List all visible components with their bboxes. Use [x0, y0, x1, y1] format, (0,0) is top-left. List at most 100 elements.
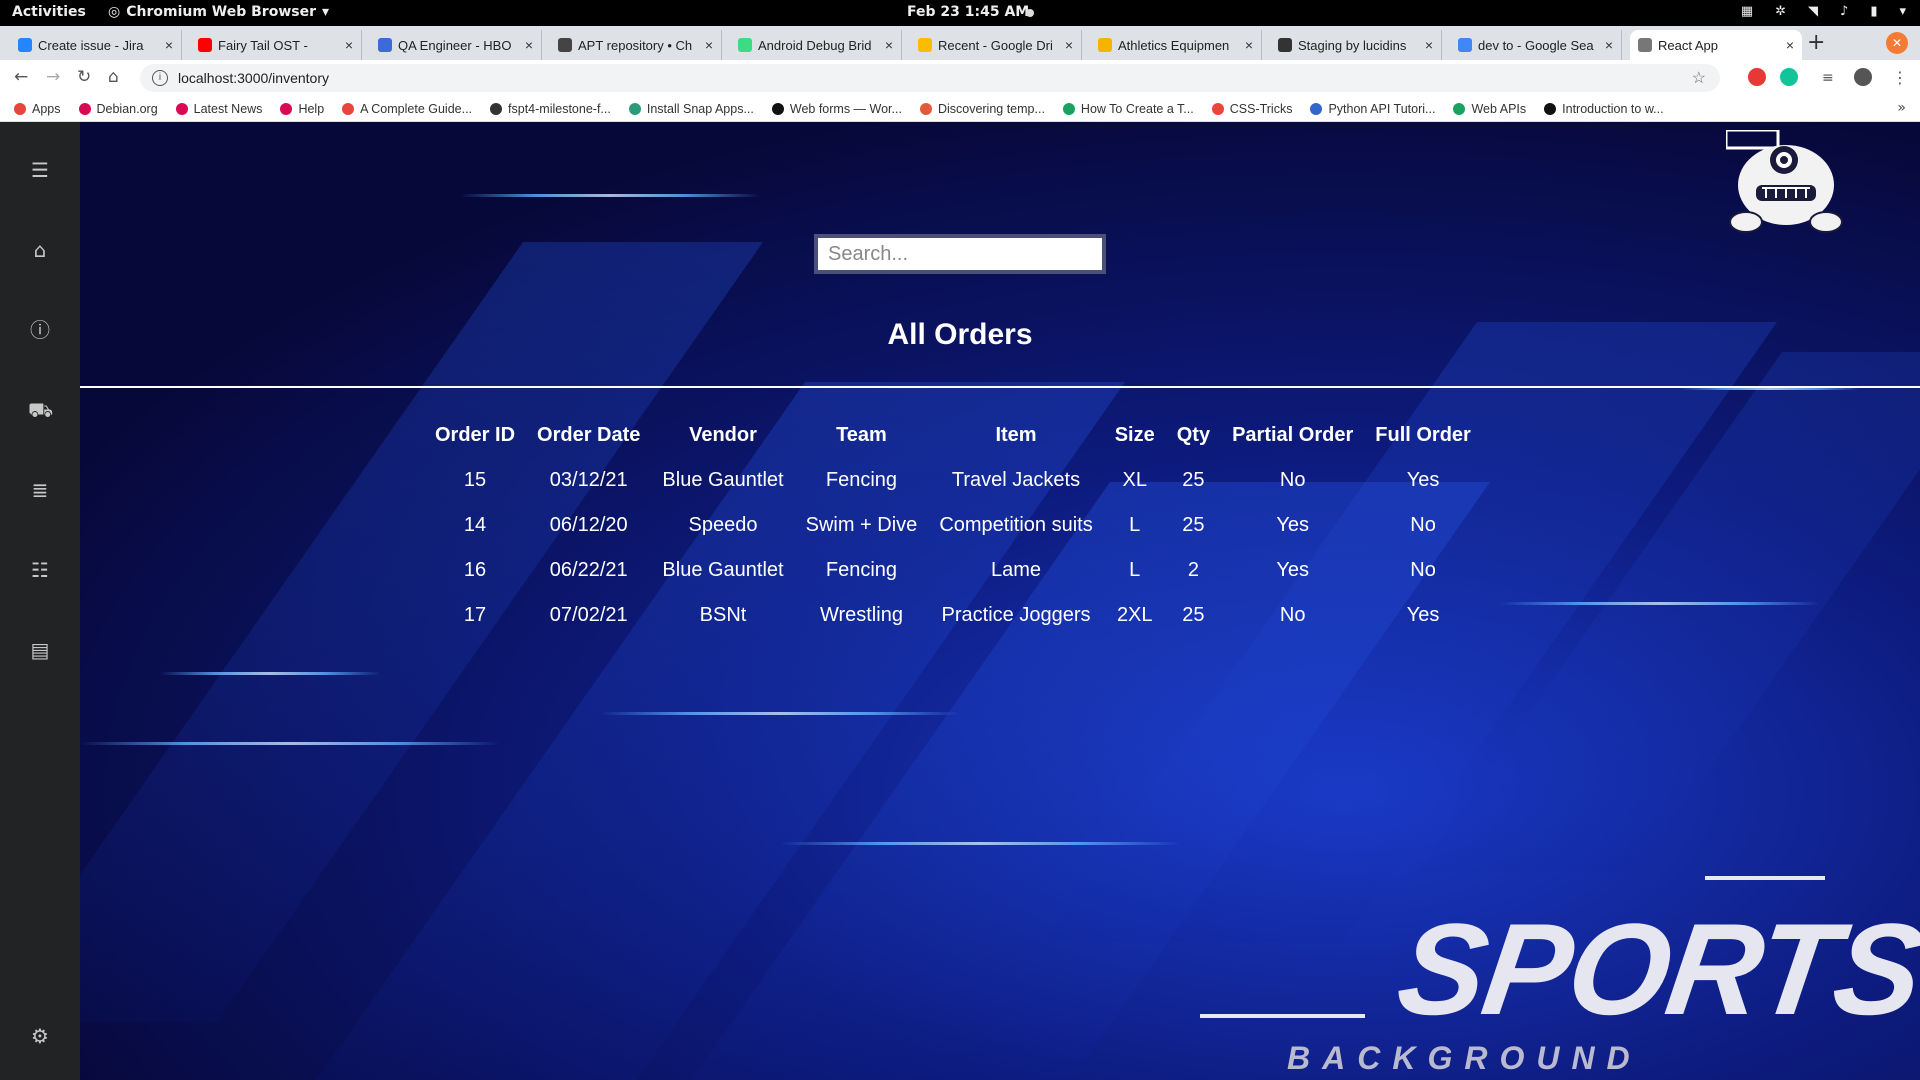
bookmarks-overflow-icon[interactable]: »	[1897, 100, 1906, 116]
table-cell: Fencing	[825, 559, 898, 581]
column-header: Vendor	[689, 423, 757, 446]
home-icon[interactable]: ⌂	[108, 67, 119, 87]
browser-toolbar: ← → ↻ ⌂ i localhost:3000/inventory ☆	[0, 60, 1920, 97]
sports-logo-subtitle: BACKGROUND	[1287, 1040, 1642, 1076]
browser-tab[interactable]: Fairy Tail OST - ×	[190, 30, 362, 60]
bookmark-item[interactable]: Help	[280, 102, 324, 116]
browser-tab[interactable]: Android Debug Brid ×	[730, 30, 902, 60]
chevron-down-icon: ▾	[322, 4, 330, 20]
app-menu[interactable]: ◎ Chromium Web Browser ▾	[108, 4, 329, 20]
bg-light-streak	[160, 672, 380, 675]
column-header: Full Order	[1375, 423, 1471, 446]
table-cell: 06/22/21	[549, 559, 628, 581]
close-tab-icon[interactable]: ×	[885, 37, 893, 53]
close-tab-icon[interactable]: ×	[1065, 37, 1073, 53]
bg-light-streak	[780, 842, 1180, 845]
tab-search-button[interactable]: ✕	[1886, 32, 1908, 54]
workspace-icon: ▦	[1740, 4, 1754, 19]
bookmark-item[interactable]: Web forms — Wor...	[771, 102, 902, 116]
table-cell: No	[1410, 559, 1436, 581]
browser-tab[interactable]: dev to - Google Sea ×	[1450, 30, 1622, 60]
tab-favicon-icon	[918, 38, 932, 52]
close-tab-icon[interactable]: ×	[525, 37, 533, 53]
close-tab-icon[interactable]: ×	[1245, 37, 1253, 53]
column-header: Item	[995, 423, 1037, 446]
clock[interactable]: Feb 23 1:45 AM	[907, 4, 1029, 20]
table-cell: Speedo	[688, 514, 758, 536]
forward-icon[interactable]: →	[46, 67, 60, 87]
table-cell: Yes	[1276, 559, 1309, 581]
reload-icon[interactable]: ↻	[77, 67, 91, 87]
close-tab-icon[interactable]: ×	[705, 37, 713, 53]
power-menu-icon: ▾	[1899, 4, 1906, 19]
address-bar[interactable]: i localhost:3000/inventory ☆	[140, 64, 1720, 92]
home-icon[interactable]: ⌂	[28, 238, 52, 262]
table-row[interactable]: 14 06/12/20 Speedo Swim + Dive Competition s…	[424, 503, 1482, 548]
browser-tab[interactable]: Athletics Equipmen ×	[1090, 30, 1262, 60]
activities-button[interactable]: Activities	[12, 4, 86, 20]
bookmark-star-icon[interactable]: ☆	[1692, 68, 1706, 88]
mascot-logo-icon	[1726, 130, 1843, 233]
list-bulleted-icon[interactable]: ☷	[28, 558, 52, 582]
back-icon[interactable]: ←	[14, 67, 28, 87]
bookmark-item[interactable]: fspt4-milestone-f...	[490, 102, 611, 116]
close-tab-icon[interactable]: ×	[345, 37, 353, 53]
column-header: Size	[1114, 423, 1155, 446]
bookmark-favicon-icon	[280, 102, 293, 115]
table-row[interactable]: 17 07/02/21 BSNt Wrestling Practice Joggers 2…	[424, 593, 1482, 638]
profile-avatar[interactable]	[1854, 68, 1872, 86]
system-tray[interactable]: ▦ ✲ ◥ ♪ ▮ ▾	[1741, 4, 1906, 19]
table-cell: 03/12/21	[549, 469, 628, 491]
bookmark-item[interactable]: Apps	[14, 102, 61, 116]
close-tab-icon[interactable]: ×	[165, 37, 173, 53]
browser-tab[interactable]: Recent - Google Dri ×	[910, 30, 1082, 60]
close-tab-icon[interactable]: ×	[1605, 37, 1613, 53]
logo-accent-line	[1705, 876, 1825, 880]
bookmark-item[interactable]: Debian.org	[78, 102, 158, 116]
bookmark-item[interactable]: Python API Tutori...	[1310, 102, 1435, 116]
close-tab-icon[interactable]: ×	[1425, 37, 1433, 53]
search-input[interactable]	[814, 234, 1106, 274]
site-info-icon[interactable]: i	[152, 70, 168, 86]
bookmark-favicon-icon	[342, 102, 355, 115]
bookmark-item[interactable]: Introduction to w...	[1544, 102, 1664, 116]
bookmark-favicon-icon	[78, 102, 91, 115]
bookmark-item[interactable]: Discovering temp...	[919, 102, 1045, 116]
table-row[interactable]: 15 03/12/21 Blue Gauntlet Fencing Travel Jac…	[424, 458, 1482, 503]
page-viewport: ☰ ⌂ ⓘ ⛟ ≣ ☷ ▤ ⚙ All Orders Order IDOrder…	[0, 122, 1920, 1080]
bookmark-favicon-icon	[1211, 102, 1224, 115]
hamburger-menu-icon[interactable]: ☰	[28, 158, 52, 182]
tab-title: Staging by lucidins	[1298, 37, 1407, 53]
bookmark-item[interactable]: How To Create a T...	[1062, 102, 1194, 116]
bookmark-item[interactable]: Install Snap Apps...	[628, 102, 754, 116]
table-cell: L	[1129, 514, 1141, 536]
bookmark-item[interactable]: A Complete Guide...	[342, 102, 472, 116]
bookmark-favicon-icon	[1453, 102, 1466, 115]
media-controls-icon[interactable]: ≡	[1822, 70, 1840, 88]
browser-tab[interactable]: Staging by lucidins ×	[1270, 30, 1442, 60]
list-lines-icon[interactable]: ≣	[28, 478, 52, 502]
new-tab-button[interactable]: +	[1807, 30, 1825, 55]
browser-tab[interactable]: Create issue - Jira ×	[10, 30, 182, 60]
tab-title: Athletics Equipmen	[1118, 37, 1230, 53]
close-tab-icon[interactable]: ×	[1786, 37, 1794, 53]
table-cell: 16	[463, 559, 487, 581]
grammarly-icon[interactable]	[1780, 68, 1798, 86]
bookmark-label: Help	[298, 101, 325, 116]
extension-red-icon[interactable]	[1748, 68, 1766, 86]
browser-tab[interactable]: QA Engineer - HBO ×	[370, 30, 542, 60]
bookmark-item[interactable]: Latest News	[175, 102, 262, 116]
settings-gear-icon[interactable]: ⚙	[28, 1024, 52, 1048]
kebab-menu-icon[interactable]: ⋮	[1892, 68, 1910, 87]
table-row[interactable]: 16 06/22/21 Blue Gauntlet Fencing Lame L 2 Yes N…	[424, 548, 1482, 593]
document-list-icon[interactable]: ▤	[28, 638, 52, 662]
browser-tab[interactable]: APT repository • Ch ×	[550, 30, 722, 60]
bookmark-favicon-icon	[490, 102, 503, 115]
truck-icon[interactable]: ⛟	[28, 398, 53, 422]
browser-tab[interactable]: React App ×	[1630, 30, 1802, 60]
bookmark-item[interactable]: Web APIs	[1453, 102, 1526, 116]
table-cell: Competition suits	[939, 514, 1093, 536]
bookmark-label: Apps	[32, 101, 61, 116]
notification-dot	[1026, 9, 1034, 17]
bookmark-item[interactable]: CSS-Tricks	[1211, 102, 1292, 116]
